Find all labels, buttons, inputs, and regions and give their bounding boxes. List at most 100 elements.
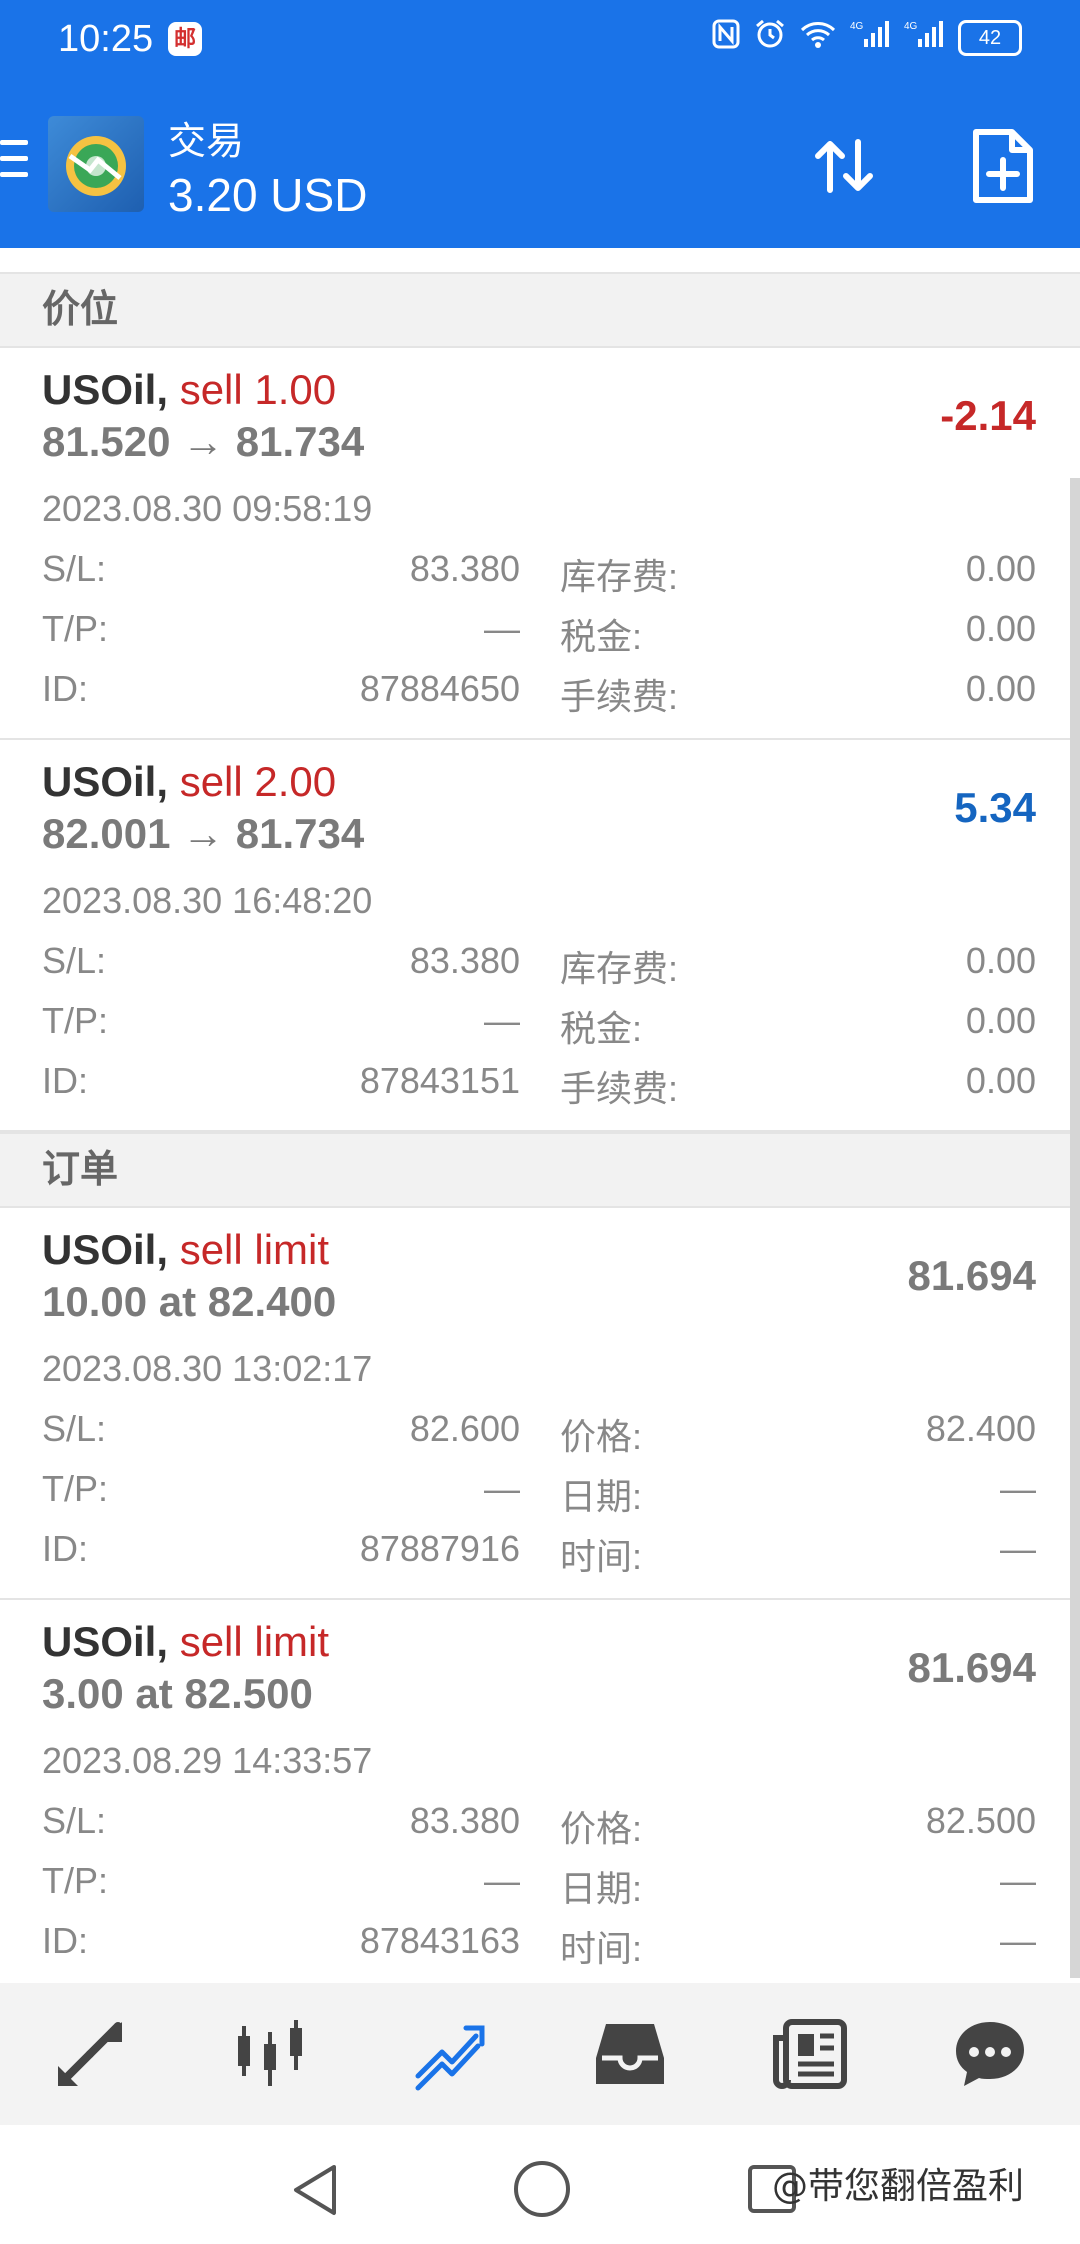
sl-label: S/L: <box>42 940 107 981</box>
news-icon[interactable] <box>755 1999 865 2109</box>
trade-icon[interactable] <box>395 1999 505 2109</box>
fee-label: 手续费: <box>560 1068 679 1109</box>
position-type: sell 1.00 <box>179 366 337 413</box>
symbol: USOil, <box>42 758 169 805</box>
sl-value: 83.380 <box>409 1800 520 1841</box>
system-nav-bar: @带您翻倍盈利 <box>0 2125 1080 2244</box>
new-order-icon[interactable] <box>968 126 1038 206</box>
tp-label: T/P: <box>42 1000 109 1041</box>
tax-value: 0.00 <box>965 608 1036 649</box>
open-current-prices: 82.001 → 81.734 <box>42 810 365 857</box>
chat-icon[interactable] <box>935 1999 1045 2109</box>
quotes-icon[interactable] <box>35 1999 145 2109</box>
position-item[interactable]: USOil, sell 2.00 82.001 → 81.734 5.34 20… <box>0 740 1080 1132</box>
id-value: 87887916 <box>359 1528 520 1569</box>
sl-label: S/L: <box>42 1800 107 1841</box>
tp-value: — <box>484 1468 520 1509</box>
history-icon[interactable] <box>575 1999 685 2109</box>
sl-label: S/L: <box>42 548 107 589</box>
sl-value: 83.380 <box>409 548 520 589</box>
id-value: 87843151 <box>359 1060 520 1101</box>
account-balance: 3.20 USD <box>168 169 368 221</box>
watermark: @带您翻倍盈利 <box>772 2166 1025 2207</box>
back-icon[interactable] <box>290 2163 340 2222</box>
tp-value: — <box>484 1860 520 1901</box>
fee-value: 0.00 <box>965 1060 1036 1101</box>
net-label-1: 4G <box>850 21 864 32</box>
orders-header: 订单 <box>0 1132 1080 1208</box>
sl-label: S/L: <box>42 1408 107 1449</box>
chart-icon[interactable] <box>215 1999 325 2109</box>
tp-label: T/P: <box>42 1860 109 1901</box>
fee-value: 0.00 <box>965 668 1036 709</box>
open-current-prices: 81.520 → 81.734 <box>42 418 365 465</box>
open-time: 2023.08.30 09:58:19 <box>42 488 373 529</box>
price-label: 价格: <box>560 1808 643 1849</box>
swap-label: 库存费: <box>560 556 679 597</box>
tp-value: — <box>484 1000 520 1041</box>
status-bar: 10:25 邮 4G 4G 42 <box>0 0 1080 82</box>
home-icon[interactable] <box>514 2161 570 2217</box>
open-time: 2023.08.30 16:48:20 <box>42 880 373 921</box>
wifi-icon <box>800 20 836 55</box>
order-item[interactable]: USOil, sell limit 10.00 at 82.400 81.694… <box>0 1208 1080 1600</box>
trade-list[interactable]: 价位 USOil, sell 1.00 81.520 → 81.734 -2.1… <box>0 248 1080 1983</box>
order-time: 2023.08.29 14:33:57 <box>42 1740 373 1781</box>
date-value: — <box>1000 1468 1036 1509</box>
menu-icon[interactable] <box>0 140 30 190</box>
profit: 5.34 <box>954 784 1036 831</box>
volume-at-price: 10.00 at 82.400 <box>42 1278 337 1325</box>
time-value: — <box>1000 1920 1036 1961</box>
time-value: — <box>1000 1528 1036 1569</box>
date-label: 日期: <box>560 1476 643 1517</box>
id-label: ID: <box>42 1920 89 1961</box>
current-price: 81.694 <box>907 1644 1036 1691</box>
system-icons: 4G 4G 42 <box>712 18 1022 57</box>
tax-value: 0.00 <box>965 1000 1036 1041</box>
clock: 10:25 <box>58 18 154 60</box>
sl-value: 82.600 <box>409 1408 520 1449</box>
nfc-icon <box>712 19 740 56</box>
page-title: 交易 <box>168 121 245 163</box>
tax-label: 税金: <box>560 1008 643 1049</box>
swap-label: 库存费: <box>560 948 679 989</box>
date-value: — <box>1000 1860 1036 1901</box>
mail-notification-icon: 邮 <box>168 22 202 56</box>
order-type: sell limit <box>179 1226 330 1273</box>
swap-value: 0.00 <box>965 548 1036 589</box>
profit: -2.14 <box>940 392 1036 439</box>
order-time: 2023.08.30 13:02:17 <box>42 1348 373 1389</box>
price-value: 82.400 <box>925 1408 1036 1449</box>
volume-at-price: 3.00 at 82.500 <box>42 1670 313 1717</box>
price-value: 82.500 <box>925 1800 1036 1841</box>
signal-icon-2: 4G <box>904 19 944 56</box>
fee-label: 手续费: <box>560 676 679 717</box>
position-item[interactable]: USOil, sell 1.00 81.520 → 81.734 -2.14 2… <box>0 348 1080 740</box>
symbol: USOil, <box>42 1618 169 1665</box>
scrollbar[interactable] <box>1070 478 1080 1978</box>
date-label: 日期: <box>560 1868 643 1909</box>
tp-label: T/P: <box>42 1468 109 1509</box>
id-label: ID: <box>42 668 89 709</box>
symbol: USOil, <box>42 366 169 413</box>
position-type: sell 2.00 <box>179 758 337 805</box>
tax-label: 税金: <box>560 616 643 657</box>
tp-label: T/P: <box>42 608 109 649</box>
current-price: 81.694 <box>907 1252 1036 1299</box>
time-label: 时间: <box>560 1928 643 1969</box>
sort-icon[interactable] <box>808 130 880 202</box>
sl-value: 83.380 <box>409 940 520 981</box>
order-item[interactable]: USOil, sell limit 3.00 at 82.500 81.694 … <box>0 1600 1080 1983</box>
id-value: 87843163 <box>359 1920 520 1961</box>
battery-icon: 42 <box>958 19 1022 56</box>
swap-value: 0.00 <box>965 940 1036 981</box>
tp-value: — <box>484 608 520 649</box>
alarm-icon <box>754 18 786 57</box>
net-label-2: 4G <box>904 21 918 32</box>
app-logo <box>48 116 144 212</box>
signal-icon: 4G <box>850 19 890 56</box>
id-label: ID: <box>42 1060 89 1101</box>
time-label: 时间: <box>560 1536 643 1577</box>
price-label: 价格: <box>560 1416 643 1457</box>
bottom-nav <box>0 1983 1080 2125</box>
